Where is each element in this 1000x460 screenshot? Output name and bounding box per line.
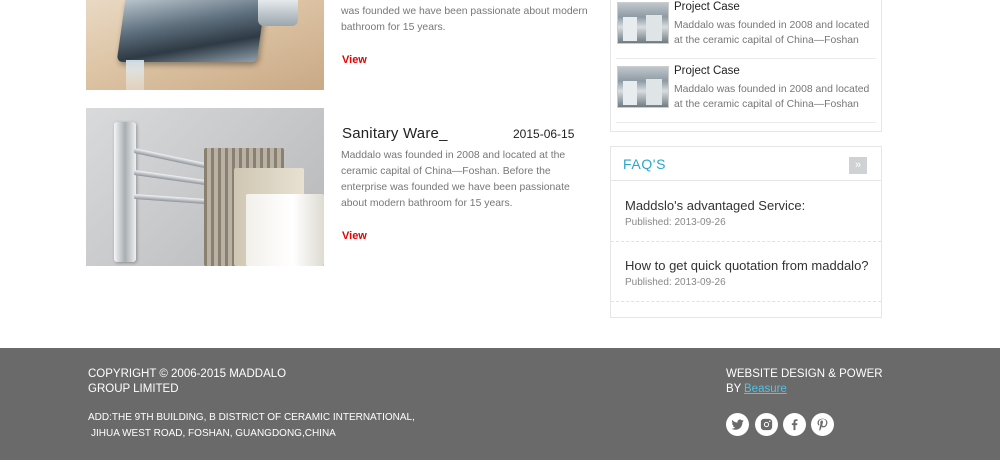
- instagram-icon[interactable]: [755, 413, 778, 436]
- project-case-thumbnail[interactable]: [617, 66, 669, 108]
- project-case-description: Maddalo was founded in 2008 and located …: [674, 20, 870, 46]
- view-link[interactable]: View: [342, 54, 367, 66]
- water-stream: [126, 60, 144, 90]
- product-image-faucet[interactable]: [86, 0, 324, 90]
- project-case-thumbnail[interactable]: [617, 2, 669, 44]
- faq-question[interactable]: How to get quick quotation from maddalo?: [625, 258, 869, 273]
- product-date: 2015-06-15: [513, 127, 575, 141]
- design-credit-link[interactable]: Beasure: [744, 382, 787, 397]
- towel-white: [246, 194, 324, 266]
- product-title[interactable]: Sanitary Ware_: [342, 125, 448, 142]
- copyright-text: COPYRIGHT © 2006-2015 MADDALO GROUP LIMI…: [88, 368, 287, 395]
- faq-more-button[interactable]: »: [849, 157, 867, 174]
- design-credit: WEBSITE DESIGN & POWER BY Beasure: [726, 367, 886, 397]
- faq-title: FAQ'S: [623, 156, 667, 172]
- faucet-handle: [258, 0, 298, 26]
- faq-header: FAQ'S »: [611, 147, 881, 181]
- view-link[interactable]: View: [342, 230, 367, 242]
- faq-panel: FAQ'S » Maddslo's advantaged Service: Pu…: [610, 146, 882, 318]
- faq-published-date: Published: 2013-09-26: [625, 277, 726, 288]
- product-description: Maddalo was founded in 2008 and located …: [341, 150, 570, 209]
- project-case-item[interactable]: Project Case Maddalo was founded in 2008…: [616, 61, 876, 123]
- product-description: was founded we have been passionate abou…: [341, 6, 588, 33]
- address-line: ADD:THE 9TH BUILDING, B DISTRICT OF CERA…: [88, 412, 415, 423]
- project-case-item[interactable]: Project Case Maddalo was founded in 2008…: [616, 0, 876, 59]
- faq-item[interactable]: How to get quick quotation from maddalo?…: [611, 242, 881, 302]
- address-text: ADD:THE 9TH BUILDING, B DISTRICT OF CERA…: [88, 410, 418, 442]
- twitter-icon[interactable]: [726, 413, 749, 436]
- towel-rack-mount: [114, 122, 136, 262]
- product-image-towel-rack[interactable]: [86, 108, 324, 266]
- project-case-title[interactable]: Project Case: [674, 65, 740, 77]
- project-case-panel: Project Case Maddalo was founded in 2008…: [610, 0, 882, 132]
- project-case-title[interactable]: Project Case: [674, 1, 740, 13]
- faq-item[interactable]: Maddslo's advantaged Service: Published:…: [611, 182, 881, 242]
- footer: COPYRIGHT © 2006-2015 MADDALO GROUP LIMI…: [0, 348, 1000, 460]
- project-case-description: Maddalo was founded in 2008 and located …: [674, 84, 870, 110]
- pinterest-icon[interactable]: [811, 413, 834, 436]
- faq-published-date: Published: 2013-09-26: [625, 217, 726, 228]
- address-line: JIHUA WEST ROAD, FOSHAN, GUANGDONG,CHINA: [91, 428, 336, 439]
- faucet-spout: [116, 0, 266, 62]
- faq-question[interactable]: Maddslo's advantaged Service:: [625, 198, 805, 213]
- facebook-icon[interactable]: [783, 413, 806, 436]
